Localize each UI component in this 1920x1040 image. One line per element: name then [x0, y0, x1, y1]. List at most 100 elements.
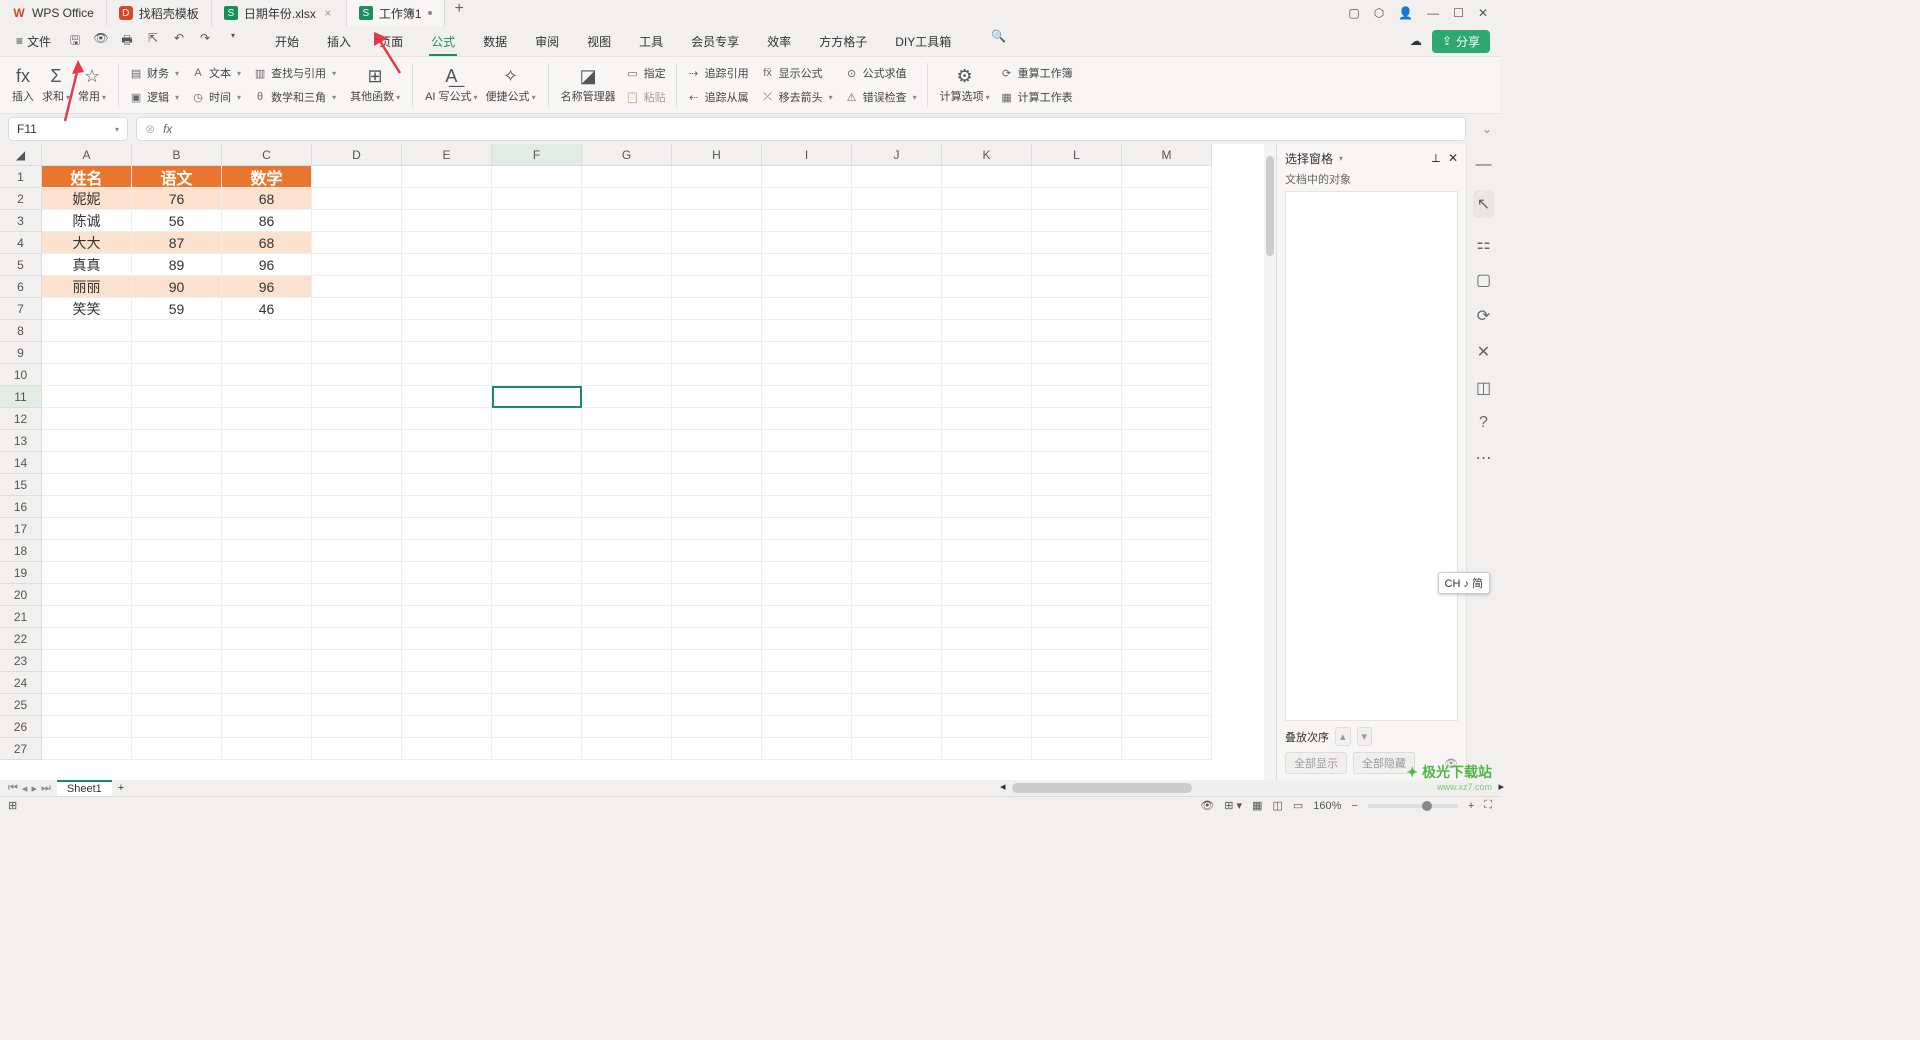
sheet-tab-sheet1[interactable]: Sheet1	[57, 780, 112, 796]
cell-M9[interactable]	[1122, 342, 1212, 364]
time-button[interactable]: ◷时间▾	[189, 88, 243, 106]
cell-B5[interactable]: 89	[132, 254, 222, 276]
cell-C15[interactable]	[222, 474, 312, 496]
cell-H8[interactable]	[672, 320, 762, 342]
collapse-icon[interactable]: —	[1476, 156, 1492, 174]
cell-D25[interactable]	[312, 694, 402, 716]
cell-D22[interactable]	[312, 628, 402, 650]
cell-G11[interactable]	[582, 386, 672, 408]
cell-K5[interactable]	[942, 254, 1032, 276]
cell-A13[interactable]	[42, 430, 132, 452]
cell-E21[interactable]	[402, 606, 492, 628]
cell-L27[interactable]	[1032, 738, 1122, 760]
cell-B2[interactable]: 76	[132, 188, 222, 210]
cell-A4[interactable]: 大大	[42, 232, 132, 254]
cell-F7[interactable]	[492, 298, 582, 320]
cell-K14[interactable]	[942, 452, 1032, 474]
qa-dropdown-icon[interactable]: ▾	[225, 31, 241, 52]
tab-wps-office[interactable]: W WPS Office	[0, 0, 107, 26]
cell-B7[interactable]: 59	[132, 298, 222, 320]
cell-C23[interactable]	[222, 650, 312, 672]
cell-D3[interactable]	[312, 210, 402, 232]
cell-L26[interactable]	[1032, 716, 1122, 738]
row-header-25[interactable]: 25	[0, 694, 42, 716]
cell-F14[interactable]	[492, 452, 582, 474]
text-button[interactable]: A文本▾	[189, 64, 243, 82]
cell-B6[interactable]: 90	[132, 276, 222, 298]
cell-A12[interactable]	[42, 408, 132, 430]
cell-I19[interactable]	[762, 562, 852, 584]
cell-K16[interactable]	[942, 496, 1032, 518]
cell-H20[interactable]	[672, 584, 762, 606]
cell-J19[interactable]	[852, 562, 942, 584]
col-header-H[interactable]: H	[672, 144, 762, 166]
cell-C2[interactable]: 68	[222, 188, 312, 210]
cell-D17[interactable]	[312, 518, 402, 540]
zoom-slider[interactable]	[1368, 804, 1458, 808]
fullscreen-icon[interactable]: ⛶	[1484, 799, 1492, 812]
row-header-12[interactable]: 12	[0, 408, 42, 430]
cell-L7[interactable]	[1032, 298, 1122, 320]
col-header-M[interactable]: M	[1122, 144, 1212, 166]
cell-E20[interactable]	[402, 584, 492, 606]
cell-L11[interactable]	[1032, 386, 1122, 408]
cell-L9[interactable]	[1032, 342, 1122, 364]
cell-K11[interactable]	[942, 386, 1032, 408]
row-header-26[interactable]: 26	[0, 716, 42, 738]
cell-E13[interactable]	[402, 430, 492, 452]
cell-F5[interactable]	[492, 254, 582, 276]
logic-button[interactable]: ▣逻辑▾	[127, 88, 181, 106]
view-grid-icon[interactable]: ⊞ ▾	[1224, 799, 1242, 812]
scroll-right-icon[interactable]: ▸	[1498, 780, 1504, 793]
cell-H23[interactable]	[672, 650, 762, 672]
cell-G24[interactable]	[582, 672, 672, 694]
cell-H15[interactable]	[672, 474, 762, 496]
cell-M14[interactable]	[1122, 452, 1212, 474]
cell-F26[interactable]	[492, 716, 582, 738]
cell-A14[interactable]	[42, 452, 132, 474]
chart-icon[interactable]: ◫	[1476, 378, 1491, 398]
cell-I24[interactable]	[762, 672, 852, 694]
cell-F12[interactable]	[492, 408, 582, 430]
cell-D7[interactable]	[312, 298, 402, 320]
row-header-11[interactable]: 11	[0, 386, 42, 408]
cell-C9[interactable]	[222, 342, 312, 364]
cell-H10[interactable]	[672, 364, 762, 386]
col-header-B[interactable]: B	[132, 144, 222, 166]
row-header-22[interactable]: 22	[0, 628, 42, 650]
chevron-down-icon[interactable]: ▾	[115, 125, 119, 134]
cell-G4[interactable]	[582, 232, 672, 254]
cell-K9[interactable]	[942, 342, 1032, 364]
cell-H17[interactable]	[672, 518, 762, 540]
cell-M19[interactable]	[1122, 562, 1212, 584]
cell-G6[interactable]	[582, 276, 672, 298]
cell-C20[interactable]	[222, 584, 312, 606]
cell-D20[interactable]	[312, 584, 402, 606]
name-manager-button[interactable]: ◪名称管理器	[557, 64, 620, 106]
cell-C7[interactable]: 46	[222, 298, 312, 320]
cell-E24[interactable]	[402, 672, 492, 694]
insert-function-button[interactable]: fx插入	[8, 64, 38, 106]
cell-C22[interactable]	[222, 628, 312, 650]
sum-button[interactable]: Σ求和▾	[38, 64, 74, 106]
cell-F3[interactable]	[492, 210, 582, 232]
cell-F24[interactable]	[492, 672, 582, 694]
cell-F8[interactable]	[492, 320, 582, 342]
cell-L4[interactable]	[1032, 232, 1122, 254]
cell-L1[interactable]	[1032, 166, 1122, 188]
cell-A26[interactable]	[42, 716, 132, 738]
cell-I25[interactable]	[762, 694, 852, 716]
cell-I9[interactable]	[762, 342, 852, 364]
cell-L3[interactable]	[1032, 210, 1122, 232]
cell-M7[interactable]	[1122, 298, 1212, 320]
cell-J8[interactable]	[852, 320, 942, 342]
cell-D13[interactable]	[312, 430, 402, 452]
cell-M27[interactable]	[1122, 738, 1212, 760]
cell-C6[interactable]: 96	[222, 276, 312, 298]
cell-E5[interactable]	[402, 254, 492, 276]
cell-M13[interactable]	[1122, 430, 1212, 452]
row-header-7[interactable]: 7	[0, 298, 42, 320]
cell-D4[interactable]	[312, 232, 402, 254]
cell-C14[interactable]	[222, 452, 312, 474]
cell-M24[interactable]	[1122, 672, 1212, 694]
